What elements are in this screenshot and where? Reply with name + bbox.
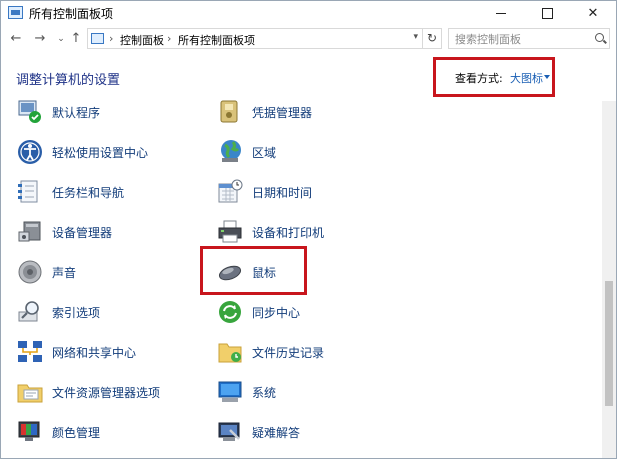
address-toolbar: ← → ⌄ ↑ › 控制面板 › 所有控制面板项 ▾ ↻	[1, 25, 616, 53]
speaker-icon	[18, 260, 42, 284]
item-default-programs[interactable]: 默认程序	[16, 98, 196, 128]
item-device-manager[interactable]: 设备管理器	[16, 218, 196, 248]
item-label: 文件资源管理器选项	[52, 386, 161, 400]
search-icon[interactable]	[595, 33, 604, 42]
item-indexing-options[interactable]: 索引选项	[16, 298, 196, 328]
item-sound[interactable]: 声音	[16, 258, 196, 288]
back-button[interactable]: ←	[7, 31, 25, 47]
minimize-icon	[496, 12, 506, 14]
sync-center-icon	[219, 301, 241, 323]
search-box[interactable]	[448, 28, 610, 49]
mouse-highlight-box	[200, 246, 307, 295]
breadcrumb-all-items[interactable]: 所有控制面板项	[178, 32, 255, 48]
arrow-up-icon: ↑	[70, 31, 82, 46]
item-label: 任务栏和导航	[52, 186, 125, 200]
view-by-dropdown[interactable]: 大图标	[510, 70, 543, 86]
item-label: 文件历史记录	[252, 346, 325, 360]
view-by-label: 查看方式:	[455, 72, 503, 85]
file-history-icon	[218, 343, 242, 363]
date-time-icon	[218, 179, 243, 203]
item-label: 网络和共享中心	[52, 346, 137, 360]
folder-options-icon	[17, 384, 43, 403]
item-network-sharing[interactable]: 网络和共享中心	[16, 338, 196, 368]
item-troubleshooting[interactable]: 疑难解答	[216, 418, 396, 448]
item-label: 疑难解答	[252, 426, 301, 440]
taskbar-icon	[18, 180, 38, 203]
item-label: 系统	[252, 386, 277, 400]
network-icon	[18, 341, 42, 362]
default-programs-icon	[18, 100, 41, 123]
up-button[interactable]: ↑	[67, 31, 85, 47]
maximize-button[interactable]	[524, 1, 570, 25]
item-label: 默认程序	[52, 106, 101, 120]
arrow-left-icon: ←	[10, 31, 22, 46]
page-heading: 调整计算机的设置	[16, 73, 121, 88]
ease-of-access-icon	[18, 140, 42, 164]
close-icon: ✕	[587, 5, 599, 21]
item-color-management[interactable]: 颜色管理	[16, 418, 196, 448]
item-label: 同步中心	[252, 306, 301, 320]
control-panel-icon	[91, 33, 104, 44]
arrow-right-icon: →	[34, 31, 46, 46]
maximize-icon	[541, 7, 553, 19]
item-label: 凭据管理器	[252, 106, 313, 120]
item-label: 日期和时间	[252, 186, 313, 200]
region-globe-icon	[221, 140, 241, 162]
item-folder-options[interactable]: 文件资源管理器选项	[16, 378, 196, 408]
item-credential-manager[interactable]: 凭据管理器	[216, 98, 396, 128]
item-date-time[interactable]: 日期和时间	[216, 178, 396, 208]
item-label: 颜色管理	[52, 426, 101, 440]
control-panel-icon	[8, 6, 23, 19]
item-devices-printers[interactable]: 设备和打印机	[216, 218, 396, 248]
item-label: 设备和打印机	[252, 226, 325, 240]
close-button[interactable]: ✕	[570, 1, 616, 25]
item-label: 轻松使用设置中心	[52, 146, 149, 160]
breadcrumb-control-panel[interactable]: 控制面板	[120, 32, 164, 48]
item-region[interactable]: 区域	[216, 138, 396, 168]
window-title: 所有控制面板项	[29, 7, 114, 21]
caret-down-icon[interactable]	[544, 75, 550, 79]
scrollbar-thumb[interactable]	[605, 281, 613, 406]
control-panel-window: 所有控制面板项 ✕ ← → ⌄ ↑ › 控制面板 › 所有控制面板项 ▾ ↻ 调…	[0, 0, 617, 459]
item-file-history[interactable]: 文件历史记录	[216, 338, 396, 368]
title-bar: 所有控制面板项 ✕	[1, 1, 616, 25]
breadcrumb-separator-icon: ›	[167, 32, 172, 45]
system-icon	[218, 381, 242, 402]
item-label: 设备管理器	[52, 226, 113, 240]
credential-manager-icon	[220, 100, 238, 123]
item-sync-center[interactable]: 同步中心	[216, 298, 396, 328]
item-taskbar[interactable]: 任务栏和导航	[16, 178, 196, 208]
search-input[interactable]	[453, 30, 587, 49]
breadcrumb-separator-icon: ›	[109, 32, 114, 45]
item-system[interactable]: 系统	[216, 378, 396, 408]
device-manager-icon	[18, 221, 41, 242]
item-label: 区域	[252, 146, 277, 160]
color-management-icon	[18, 421, 40, 441]
address-dropdown-icon[interactable]: ▾	[413, 32, 418, 42]
refresh-icon: ↻	[426, 31, 438, 45]
troubleshooting-icon	[218, 422, 240, 441]
printer-icon	[218, 220, 242, 243]
address-bar[interactable]: › 控制面板 › 所有控制面板项 ▾	[87, 28, 423, 49]
forward-button[interactable]: →	[31, 31, 49, 47]
item-label: 索引选项	[52, 306, 101, 320]
indexing-icon	[18, 301, 39, 322]
vertical-scrollbar[interactable]	[602, 101, 616, 458]
item-label: 声音	[52, 266, 77, 280]
chevron-down-icon: ⌄	[57, 34, 65, 44]
minimize-button[interactable]	[478, 1, 524, 25]
item-ease-of-access[interactable]: 轻松使用设置中心	[16, 138, 196, 168]
refresh-button[interactable]: ↻	[422, 28, 442, 49]
